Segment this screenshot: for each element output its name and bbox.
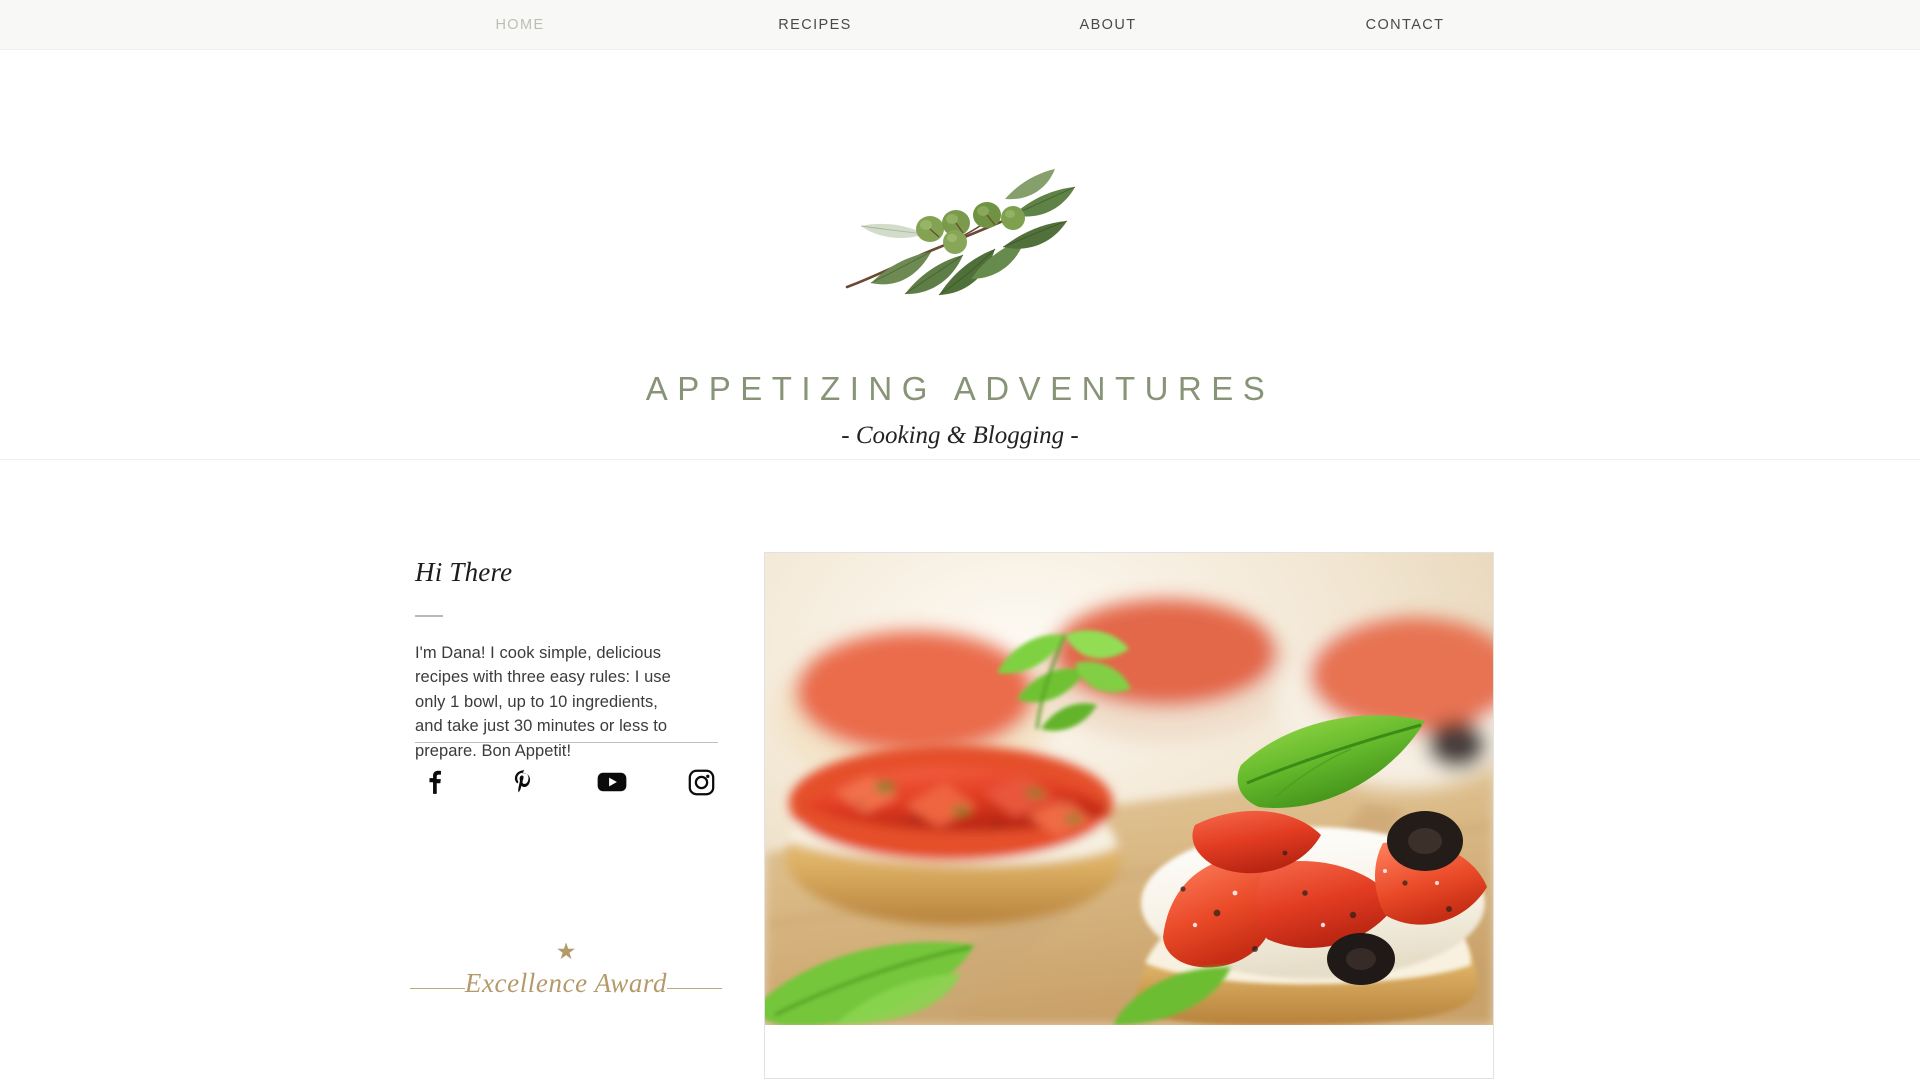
award-label: Excellence Award xyxy=(464,968,668,998)
instagram-icon[interactable] xyxy=(684,765,718,799)
intro-heading: Hi There xyxy=(415,557,513,587)
intro-column: Hi There I'm Dana! I cook simple, delici… xyxy=(415,557,720,763)
nav-item-contact[interactable]: CONTACT xyxy=(1320,0,1490,50)
star-icon: ★ xyxy=(555,938,577,964)
nav-item-home[interactable]: HOME xyxy=(440,0,600,50)
intro-paragraph: I'm Dana! I cook simple, delicious recip… xyxy=(415,643,671,760)
olive-branch-icon[interactable] xyxy=(835,155,1085,305)
main-content: Hi There I'm Dana! I cook simple, delici… xyxy=(0,460,1920,1079)
nav-item-about-label: ABOUT xyxy=(1079,17,1137,33)
social-divider xyxy=(415,742,718,743)
top-navigation-bar: HOME RECIPES ABOUT CONTACT xyxy=(0,0,1920,50)
youtube-icon[interactable] xyxy=(595,765,629,799)
photo-caption-area xyxy=(765,1025,1493,1078)
bruschetta-photo xyxy=(765,553,1493,1025)
site-title: APPETIZING ADVENTURES xyxy=(645,370,1275,407)
nav-item-about[interactable]: ABOUT xyxy=(1028,0,1188,50)
nav-item-contact-label: CONTACT xyxy=(1365,17,1445,33)
facebook-icon[interactable] xyxy=(418,765,452,799)
intro-divider xyxy=(415,614,443,617)
nav-item-home-label: HOME xyxy=(495,17,545,33)
featured-photo-card[interactable] xyxy=(764,552,1494,1079)
site-header: APPETIZING ADVENTURES - Cooking & Bloggi… xyxy=(0,50,1920,460)
nav-item-recipes[interactable]: RECIPES xyxy=(735,0,895,50)
nav-item-recipes-label: RECIPES xyxy=(778,17,852,33)
pinterest-icon[interactable] xyxy=(507,765,541,799)
site-tagline: - Cooking & Blogging - xyxy=(841,422,1079,449)
excellence-award-badge: ★ Excellence Award xyxy=(410,940,722,1020)
social-links-row xyxy=(415,765,725,805)
